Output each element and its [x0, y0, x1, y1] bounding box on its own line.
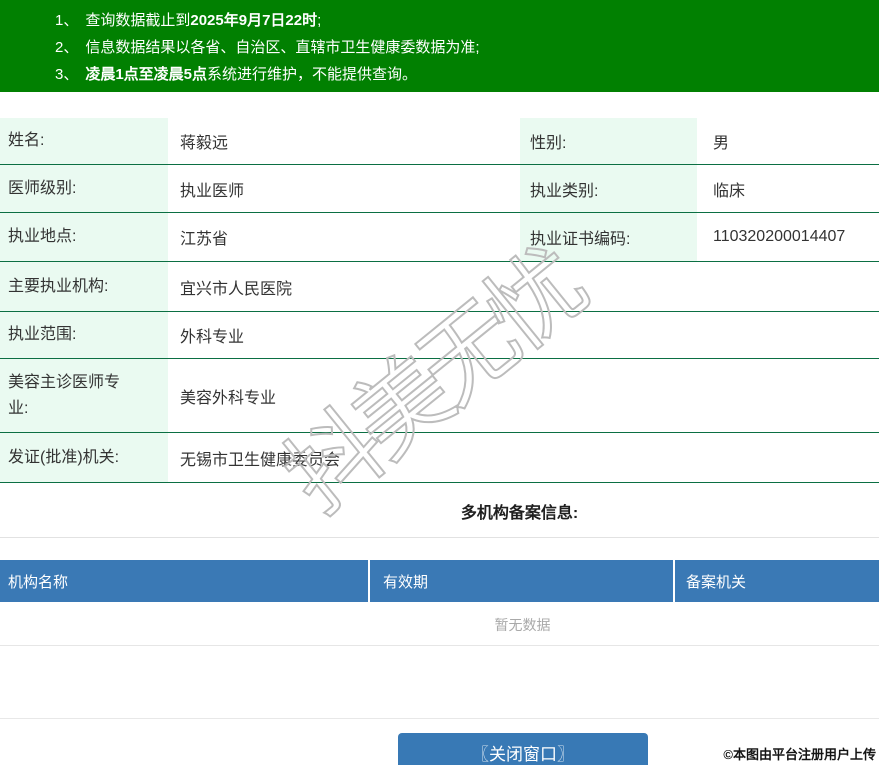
notice-number: 1、	[55, 12, 79, 29]
empty-data-text: 暂无数据	[0, 602, 879, 646]
close-window-button[interactable]: 〖关闭窗口〗	[398, 733, 648, 765]
notice-item-2: 2、 信息数据结果以各省、自治区、直辖市卫生健康委数据为准;	[0, 34, 879, 61]
notice-item-1: 1、 查询数据截止到2025年9月7日22时;	[0, 7, 879, 34]
lower-divider	[0, 646, 879, 719]
field-practice-location-value: 江苏省	[180, 231, 229, 248]
table-row: 医师级别: 执业医师 执业类别: 临床	[0, 165, 879, 213]
field-gender-label: 性别:	[520, 118, 697, 164]
field-cosmetic-specialty-value: 美容外科专业	[180, 389, 277, 407]
field-practice-location-label: 执业地点:	[0, 213, 168, 261]
notice-item-3: 3、 凌晨1点至凌晨5点系统进行维护，不能提供查询。	[0, 61, 879, 88]
org-table-header: 机构名称 有效期 备案机关	[0, 560, 879, 602]
field-certificate-number-value: 110320200014407	[713, 228, 846, 245]
field-practice-category-value: 临床	[713, 182, 746, 200]
table-row: 主要执业机构: 宜兴市人民医院	[0, 262, 879, 312]
table-row: 执业范围: 外科专业	[0, 312, 879, 359]
field-primary-org-label: 主要执业机构:	[0, 262, 168, 311]
notice-number: 3、	[55, 66, 79, 83]
field-doctor-level-value: 执业医师	[180, 182, 245, 200]
field-name-label: 姓名:	[0, 118, 168, 164]
notice-text: 查询数据截止到2025年9月7日22时;	[85, 12, 322, 29]
field-certificate-number-label: 执业证书编码:	[520, 213, 697, 261]
header-cell-org-name: 机构名称	[0, 560, 370, 602]
field-practice-category-label: 执业类别:	[520, 165, 697, 212]
header-cell-validity: 有效期	[370, 560, 675, 602]
table-row: 美容主诊医师专业: 美容外科专业	[0, 359, 879, 433]
header-cell-filing-authority: 备案机关	[686, 573, 747, 591]
table-row: 执业地点: 江苏省 执业证书编码: 110320200014407	[0, 213, 879, 262]
field-issuing-authority-value: 无锡市卫生健康委员会	[180, 451, 341, 469]
field-practice-scope-value: 外科专业	[180, 329, 245, 346]
field-issuing-authority-label: 发证(批准)机关:	[0, 433, 168, 482]
field-doctor-level-label: 医师级别:	[0, 165, 168, 212]
copyright-stamp-text: ©本图由平台注册用户上传	[723, 747, 876, 762]
field-practice-scope-label: 执业范围:	[0, 312, 168, 358]
notice-number: 2、	[55, 39, 79, 56]
table-row: 姓名: 蒋毅远 性别: 男	[0, 118, 879, 165]
notice-text: 信息数据结果以各省、自治区、直辖市卫生健康委数据为准;	[85, 39, 480, 56]
table-row: 发证(批准)机关: 无锡市卫生健康委员会	[0, 433, 879, 483]
field-primary-org-value: 宜兴市人民医院	[180, 280, 293, 298]
field-cosmetic-specialty-label: 美容主诊医师专业:	[0, 359, 168, 432]
multi-org-section-title: 多机构备案信息:	[0, 483, 879, 538]
practitioner-info-table: 姓名: 蒋毅远 性别: 男 医师级别: 执业医师 执业类别: 临床 执业地点: …	[0, 118, 879, 483]
notice-text: 凌晨1点至凌晨5点系统进行维护，不能提供查询。	[85, 66, 418, 83]
query-result-page: 1、 查询数据截止到2025年9月7日22时; 2、 信息数据结果以各省、自治区、直…	[0, 0, 879, 765]
notice-banner: 1、 查询数据截止到2025年9月7日22时; 2、 信息数据结果以各省、自治区、直…	[0, 0, 879, 92]
field-gender-value: 男	[713, 135, 730, 152]
field-name-value: 蒋毅远	[180, 135, 229, 152]
